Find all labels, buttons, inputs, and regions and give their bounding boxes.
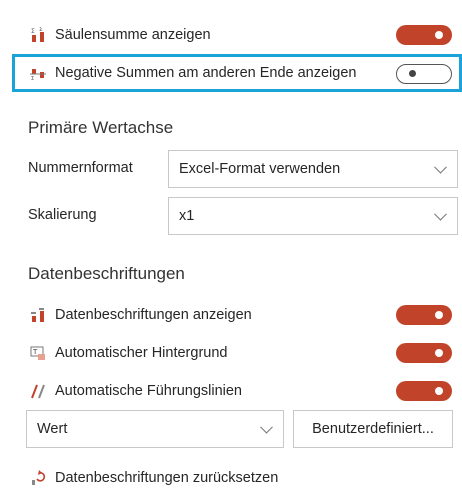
number-format-label: Nummernformat xyxy=(28,160,133,176)
data-labels-icon xyxy=(30,307,46,323)
value-select[interactable]: Wert xyxy=(26,410,284,448)
scaling-value: x1 xyxy=(179,208,195,224)
show-data-labels-toggle[interactable] xyxy=(396,305,452,325)
svg-text:Σ: Σ xyxy=(31,76,34,81)
scaling-label: Skalierung xyxy=(28,207,97,223)
auto-background-icon: T xyxy=(30,345,46,361)
column-sum-icon: Σ Σ xyxy=(30,26,46,43)
svg-text:Σ: Σ xyxy=(39,27,43,33)
option-negative-sums: Σ Negative Summen am anderen Ende anzeig… xyxy=(0,60,462,86)
auto-background-toggle[interactable] xyxy=(396,343,452,363)
auto-leader-lines-label: Automatische Führungslinien xyxy=(55,383,242,399)
option-auto-background: T Automatischer Hintergrund xyxy=(0,340,462,366)
column-sum-toggle[interactable] xyxy=(396,25,452,45)
negative-sums-toggle[interactable] xyxy=(396,64,452,84)
chevron-down-icon xyxy=(434,207,447,221)
negative-sums-label: Negative Summen am anderen Ende anzeigen xyxy=(55,65,357,81)
reset-data-labels[interactable]: Datenbeschriftungen zurücksetzen xyxy=(0,465,462,491)
chevron-down-icon xyxy=(434,160,447,174)
option-column-sum: Σ Σ Säulensumme anzeigen xyxy=(0,22,462,48)
leader-lines-icon xyxy=(30,383,46,399)
column-sum-label: Säulensumme anzeigen xyxy=(55,27,211,43)
number-format-value: Excel-Format verwenden xyxy=(179,161,341,177)
option-auto-leader-lines: Automatische Führungslinien xyxy=(0,378,462,404)
show-data-labels-label: Datenbeschriftungen anzeigen xyxy=(55,307,252,323)
custom-button[interactable]: Benutzerdefiniert... xyxy=(293,410,453,448)
auto-background-label: Automatischer Hintergrund xyxy=(55,345,228,361)
svg-text:T: T xyxy=(32,348,38,356)
svg-text:Σ: Σ xyxy=(31,28,35,35)
negative-sum-icon: Σ xyxy=(30,65,46,82)
number-format-select[interactable]: Excel-Format verwenden xyxy=(168,150,458,188)
reset-labels-icon xyxy=(30,470,46,486)
option-show-data-labels: Datenbeschriftungen anzeigen xyxy=(0,302,462,328)
auto-leader-lines-toggle[interactable] xyxy=(396,381,452,401)
reset-data-labels-label: Datenbeschriftungen zurücksetzen xyxy=(55,470,279,486)
primary-axis-heading: Primäre Wertachse xyxy=(28,118,174,137)
data-labels-heading: Datenbeschriftungen xyxy=(28,264,185,283)
chevron-down-icon xyxy=(260,420,273,434)
value-select-value: Wert xyxy=(37,421,68,437)
scaling-select[interactable]: x1 xyxy=(168,197,458,235)
